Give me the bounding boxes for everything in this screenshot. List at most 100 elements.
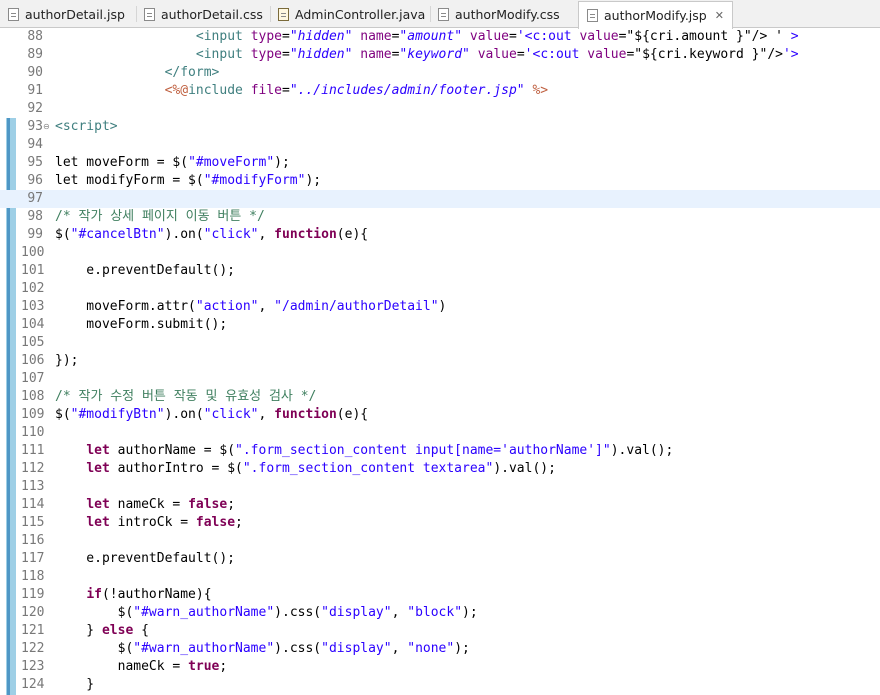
code-token: "action" <box>195 299 259 314</box>
code-token: let <box>86 461 110 476</box>
code-line[interactable]: 95 let moveForm = $("#moveForm"); <box>0 154 880 172</box>
code-line[interactable]: 108 /* 작가 수정 버튼 작동 및 유효성 검사 */ <box>0 388 880 406</box>
tab-authordetail-jsp[interactable]: authorDetail.jsp <box>8 2 125 26</box>
code-line[interactable]: 99 $("#cancelBtn").on("click", function(e… <box>0 226 880 244</box>
code-line[interactable]: 90 </form> <box>0 64 880 82</box>
code-line[interactable]: 115 let introCk = false; <box>0 514 880 532</box>
line-number: 111 <box>21 443 45 458</box>
tab-admincontroller-java[interactable]: AdminController.java <box>278 2 425 26</box>
code-token: file <box>250 83 282 98</box>
code-token: "../includes/admin/footer.jsp" <box>289 83 525 98</box>
code-text: e.preventDefault(); <box>55 550 235 568</box>
code-text: $("#cancelBtn").on("click", function(e){ <box>55 226 368 244</box>
line-number: 101 <box>21 263 45 278</box>
code-token: , <box>258 227 275 242</box>
line-number: 124 <box>21 677 45 692</box>
line-number: 90 <box>27 65 43 80</box>
code-line[interactable]: 113 <box>0 478 880 496</box>
code-token: ="${cri.keyword }"/> <box>626 47 783 62</box>
code-line[interactable]: 117 e.preventDefault(); <box>0 550 880 568</box>
code-token: { <box>133 623 149 638</box>
code-line[interactable]: 118 <box>0 568 880 586</box>
code-token: introCk = <box>109 515 196 530</box>
code-token: name <box>360 29 392 44</box>
line-number: 117 <box>21 551 45 566</box>
code-token: = <box>282 29 290 44</box>
code-line[interactable]: 116 <box>0 532 880 550</box>
code-token: ).on( <box>164 407 204 422</box>
code-line[interactable]: 121 } else { <box>0 622 880 640</box>
close-icon[interactable]: ✕ <box>715 9 724 22</box>
code-token: = <box>282 47 290 62</box>
code-line[interactable]: 111 let authorName = $(".form_section_co… <box>0 442 880 460</box>
line-number: 100 <box>21 245 45 260</box>
code-token: ".form_section_content input[name='autho… <box>235 443 611 458</box>
code-line[interactable]: 94 <box>0 136 880 154</box>
code-line[interactable]: 107 <box>0 370 880 388</box>
code-line[interactable]: 103 moveForm.attr("action", "/admin/auth… <box>0 298 880 316</box>
code-line[interactable]: 101 e.preventDefault(); <box>0 262 880 280</box>
code-token: (e){ <box>336 407 369 422</box>
fold-toggle-icon[interactable]: ⊖ <box>43 122 50 132</box>
code-token: "#modifyForm" <box>203 173 306 188</box>
code-line[interactable]: 124 } <box>0 676 880 694</box>
code-token: include <box>188 83 251 98</box>
code-line[interactable]: 93 ⊖ <script> <box>0 118 880 136</box>
code-token: <%@ <box>164 83 189 98</box>
code-line[interactable]: 89 <input type="hidden" name="keyword" v… <box>0 46 880 64</box>
code-token: /* 작가 상세 페이지 이동 버튼 */ <box>55 209 265 224</box>
code-line[interactable]: 88 <input type="hidden" name="amount" va… <box>0 28 880 46</box>
code-token: ; <box>235 515 243 530</box>
code-line[interactable]: 120 $("#warn_authorName").css("display",… <box>0 604 880 622</box>
code-line[interactable]: 96 let modifyForm = $("#modifyForm"); <box>0 172 880 190</box>
code-line[interactable]: 97 <box>0 190 880 208</box>
code-line[interactable]: 106}); <box>0 352 880 370</box>
code-line[interactable]: 119 if(!authorName){ <box>0 586 880 604</box>
code-token: function <box>274 407 337 422</box>
code-token: ).on( <box>164 227 204 242</box>
code-token: name <box>360 47 392 62</box>
code-line[interactable]: 112 let authorIntro = $(".form_section_c… <box>0 460 880 478</box>
code-text: if(!authorName){ <box>55 586 211 604</box>
line-number: 106 <box>21 353 45 368</box>
code-token: false <box>195 515 236 530</box>
code-token: = <box>516 47 525 62</box>
code-line[interactable]: 114 let nameCk = false; <box>0 496 880 514</box>
line-number: 123 <box>21 659 45 674</box>
code-token: type <box>250 47 282 62</box>
code-line[interactable]: 91 <%@include file="../includes/admin/fo… <box>0 82 880 100</box>
code-token: '> <box>782 47 799 62</box>
tab-authordetail-css[interactable]: authorDetail.css <box>144 2 263 26</box>
code-line[interactable]: 123 nameCk = true; <box>0 658 880 676</box>
code-text: </form> <box>55 64 220 82</box>
code-text: let modifyForm = $("#modifyForm"); <box>55 172 321 190</box>
tab-authormodify-css[interactable]: authorModify.css <box>438 2 560 26</box>
code-token: nameCk = <box>55 659 189 674</box>
code-line[interactable]: 100 <box>0 244 880 262</box>
code-token: , <box>258 299 275 314</box>
code-line[interactable]: 98 /* 작가 상세 페이지 이동 버튼 */ <box>0 208 880 226</box>
code-token: $( <box>55 227 71 242</box>
code-token: "#cancelBtn" <box>70 227 165 242</box>
line-number: 96 <box>27 173 43 188</box>
tab-label: AdminController.java <box>295 6 426 22</box>
code-line[interactable]: 122 $("#warn_authorName").css("display",… <box>0 640 880 658</box>
code-line[interactable]: 105 <box>0 334 880 352</box>
code-text: <input type="hidden" name="keyword" valu… <box>55 46 799 64</box>
line-number: 99 <box>27 227 43 242</box>
code-token: ); <box>462 605 478 620</box>
code-editor[interactable]: 88 <input type="hidden" name="amount" va… <box>0 28 880 695</box>
code-line[interactable]: 102 <box>0 280 880 298</box>
code-token: let <box>86 497 110 512</box>
code-line[interactable]: 110 <box>0 424 880 442</box>
code-token: = <box>509 29 517 44</box>
code-line[interactable]: 92 <box>0 100 880 118</box>
code-line[interactable]: 109 $("#modifyBtn").on("click", function(… <box>0 406 880 424</box>
code-line[interactable]: 104 moveForm.submit(); <box>0 316 880 334</box>
tab-authormodify-jsp[interactable]: authorModify.jsp ✕ <box>578 1 733 29</box>
code-token: ).css( <box>274 605 322 620</box>
line-number: 119 <box>21 587 45 602</box>
code-token: "hidden" <box>289 47 353 62</box>
